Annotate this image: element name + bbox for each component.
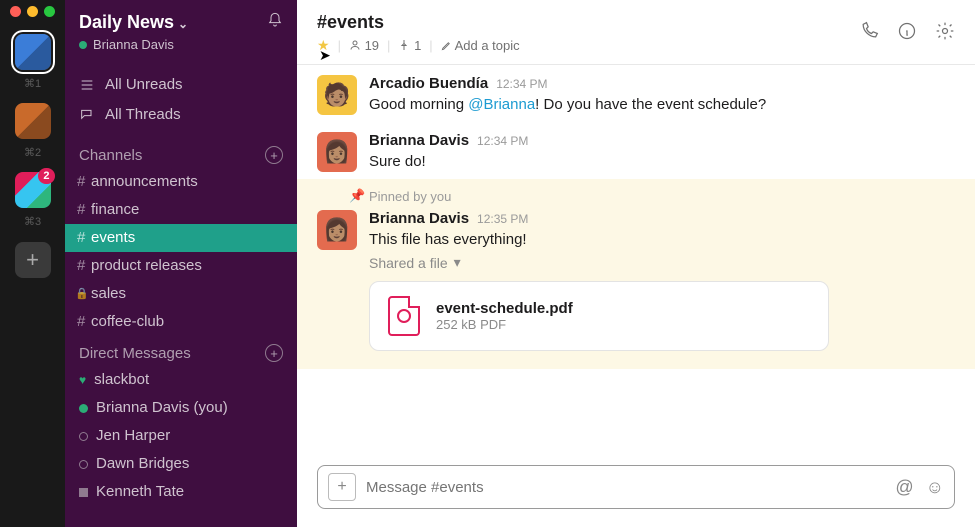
person-icon: [349, 39, 361, 51]
message-input[interactable]: [366, 479, 883, 496]
notifications-icon[interactable]: [267, 12, 283, 33]
message-composer[interactable]: + @ ☺: [317, 465, 955, 509]
emoji-icon[interactable]: ☺: [926, 477, 944, 498]
list-icon: [79, 77, 95, 93]
window-controls[interactable]: [0, 6, 55, 17]
dm-name: Jen Harper: [96, 425, 170, 447]
all-threads[interactable]: All Threads: [65, 100, 297, 130]
pin-icon: 📌: [349, 188, 365, 204]
message-list: 🧑🏽 Arcadio Buendía 12:34 PM Good morning…: [297, 65, 975, 465]
channel-announcements[interactable]: announcements: [65, 168, 297, 196]
all-unreads-label: All Unreads: [105, 74, 183, 96]
avatar[interactable]: 👩🏽: [317, 132, 357, 172]
message-text: This file has everything!: [369, 229, 955, 251]
dm-name: slackbot: [94, 369, 149, 391]
add-topic[interactable]: Add a topic: [441, 38, 520, 53]
shared-file-label[interactable]: Shared a file ▾: [369, 254, 955, 271]
channel-name[interactable]: #events: [317, 12, 520, 33]
cursor-icon: ➤: [319, 47, 331, 64]
workspace-shortcut: ⌘3: [24, 215, 41, 228]
add-dm-button[interactable]: +: [265, 344, 283, 362]
workspace-shortcut: ⌘1: [24, 77, 41, 90]
dm-kenneth[interactable]: Kenneth Tate: [65, 478, 297, 506]
channel-list: announcementsfinanceeventsproduct releas…: [65, 168, 297, 336]
file-attachment[interactable]: event-schedule.pdf 252 kB PDF: [369, 281, 829, 351]
dm-jen[interactable]: Jen Harper: [65, 422, 297, 450]
dm-name: Dawn Bridges: [96, 453, 189, 475]
message-text: Sure do!: [369, 151, 528, 173]
add-channel-button[interactable]: +: [265, 146, 283, 164]
mention[interactable]: @Brianna: [468, 96, 535, 113]
message-time: 12:34 PM: [496, 77, 547, 91]
workspace-2[interactable]: [15, 103, 51, 139]
minimize-window[interactable]: [27, 6, 38, 17]
main-pane: #events ★➤ | 19 | 1 |: [297, 0, 975, 527]
file-name: event-schedule.pdf: [436, 300, 573, 317]
message-time: 12:34 PM: [477, 134, 528, 148]
presence-indicator: [79, 432, 88, 441]
channels-heading[interactable]: Channels +: [65, 138, 297, 168]
workspace-name: Daily News: [79, 12, 174, 32]
workspace-shortcut: ⌘2: [24, 146, 41, 159]
workspace-rail: ⌘1 ⌘2 2 ⌘3 +: [0, 0, 65, 527]
current-user[interactable]: Brianna Davis: [79, 37, 283, 52]
pdf-icon: [388, 296, 420, 336]
mention-icon[interactable]: @: [895, 477, 913, 498]
message-author[interactable]: Arcadio Buendía: [369, 75, 488, 92]
message-time: 12:35 PM: [477, 212, 528, 226]
message-text: Good morning @Brianna! Do you have the e…: [369, 94, 766, 116]
file-meta: 252 kB PDF: [436, 317, 573, 332]
channel-sales[interactable]: sales: [65, 280, 297, 308]
dm-brianna[interactable]: Brianna Davis (you): [65, 394, 297, 422]
channel-header: #events ★➤ | 19 | 1 |: [297, 0, 975, 65]
chevron-down-icon: ⌄: [178, 17, 188, 31]
presence-indicator: [79, 41, 87, 49]
pin-count[interactable]: 1: [398, 38, 421, 53]
workspace-switcher[interactable]: Daily News ⌄: [79, 12, 188, 33]
channel-finance[interactable]: finance: [65, 196, 297, 224]
message-author[interactable]: Brianna Davis: [369, 210, 469, 227]
all-threads-label: All Threads: [105, 104, 181, 126]
pinned-message[interactable]: 📌 Pinned by you 👩🏽 Brianna Davis 12:35 P…: [297, 179, 975, 370]
caret-down-icon: ▾: [454, 254, 461, 271]
dm-list: ♥ slackbot Brianna Davis (you) Jen Harper Da…: [65, 366, 297, 506]
presence-indicator: [79, 488, 88, 497]
attach-button[interactable]: +: [328, 473, 356, 501]
dm-dawn[interactable]: Dawn Bridges: [65, 450, 297, 478]
close-window[interactable]: [10, 6, 21, 17]
message[interactable]: 👩🏽 Brianna Davis 12:34 PM Sure do!: [297, 122, 975, 179]
star-icon[interactable]: ★➤: [317, 37, 330, 54]
dm-name: Kenneth Tate: [96, 481, 184, 503]
call-icon[interactable]: [859, 21, 879, 46]
presence-indicator: [79, 404, 88, 413]
info-icon[interactable]: [897, 21, 917, 46]
maximize-window[interactable]: [44, 6, 55, 17]
member-count[interactable]: 19: [349, 38, 379, 53]
dm-name: Brianna Davis (you): [96, 397, 228, 419]
presence-indicator: ♥: [79, 369, 86, 391]
pinned-label: Pinned by you: [369, 189, 451, 204]
pin-icon: [398, 39, 410, 51]
unread-badge: 2: [38, 168, 54, 184]
avatar[interactable]: 👩🏽: [317, 210, 357, 250]
workspace-3[interactable]: 2: [15, 172, 51, 208]
workspace-1[interactable]: [15, 34, 51, 70]
settings-icon[interactable]: [935, 21, 955, 46]
channel-coffee-club[interactable]: coffee-club: [65, 308, 297, 336]
all-unreads[interactable]: All Unreads: [65, 70, 297, 100]
avatar[interactable]: 🧑🏽: [317, 75, 357, 115]
message-author[interactable]: Brianna Davis: [369, 132, 469, 149]
dm-slackbot[interactable]: ♥ slackbot: [65, 366, 297, 394]
presence-indicator: [79, 460, 88, 469]
current-user-name: Brianna Davis: [93, 37, 174, 52]
sidebar: Daily News ⌄ Brianna Davis All Unreads Al…: [65, 0, 297, 527]
threads-icon: [79, 107, 95, 123]
channel-events[interactable]: events: [65, 224, 297, 252]
channel-product-releases[interactable]: product releases: [65, 252, 297, 280]
dm-heading[interactable]: Direct Messages +: [65, 336, 297, 366]
message[interactable]: 🧑🏽 Arcadio Buendía 12:34 PM Good morning…: [297, 65, 975, 122]
pencil-icon: [441, 40, 452, 51]
add-workspace-button[interactable]: +: [15, 242, 51, 278]
